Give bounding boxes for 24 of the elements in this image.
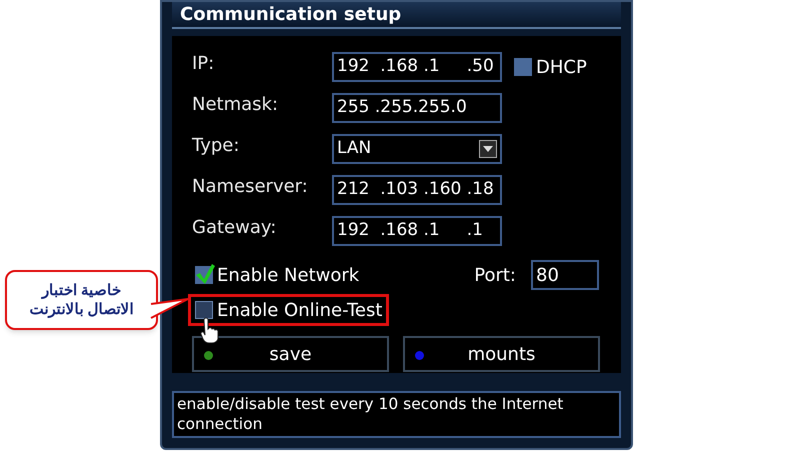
callout-text: خاصية اختبار الاتصال بالانترنت: [29, 281, 134, 319]
input-field[interactable]: 192 .168 .1 .1: [332, 216, 502, 246]
field-label: Port:: [474, 264, 516, 288]
action-button[interactable]: save: [192, 336, 389, 372]
field-label: IP:: [192, 52, 216, 76]
field-label: Type:: [192, 134, 240, 158]
checkbox-label: DHCP: [536, 56, 587, 80]
dropdown[interactable]: LAN: [332, 134, 502, 164]
input-field[interactable]: 80: [531, 260, 599, 290]
help-text: enable/disable test every 10 seconds the Internet connection: [177, 394, 564, 434]
input-field[interactable]: 212 .103 .160 .18: [332, 175, 502, 205]
action-button[interactable]: mounts: [403, 336, 600, 372]
checkbox-label: Enable Online-Test: [217, 298, 382, 322]
input-field[interactable]: 255 .255.255.0: [332, 93, 502, 123]
window-title: Communication setup: [180, 6, 402, 24]
input-field[interactable]: 192 .168 .1 .50: [332, 52, 502, 82]
field-label: Netmask:: [192, 92, 280, 116]
checkbox[interactable]: [514, 58, 532, 76]
field-label: Nameserver:: [192, 174, 309, 198]
checkbox[interactable]: [195, 266, 213, 284]
field-label: Gateway:: [192, 216, 278, 240]
checkbox[interactable]: [195, 301, 213, 319]
hand-pointer-icon: [200, 318, 220, 344]
checkbox-label: Enable Network: [217, 264, 360, 288]
